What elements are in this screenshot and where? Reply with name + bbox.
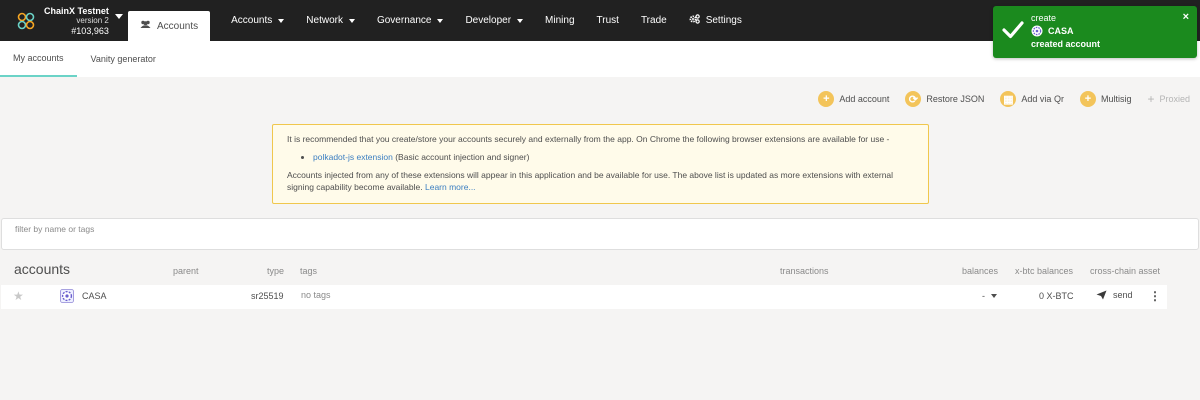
multisig-button[interactable]: + Multisig [1079, 91, 1132, 107]
button-label: Add account [839, 94, 890, 104]
extension-description: (Basic account injection and signer) [392, 152, 530, 162]
nav-menu-network[interactable]: Network [295, 0, 366, 41]
account-actions: + Add account ⟳ Restore JSON ▦ Add via Q… [802, 91, 1190, 107]
toast-action: create [1031, 13, 1057, 23]
notice-outro-text: Accounts injected from any of these exte… [287, 170, 894, 192]
nav-menu-label: Mining [545, 15, 575, 26]
polkadot-extension-link[interactable]: polkadot-js extension [313, 152, 393, 162]
nav-menu-label: Network [306, 15, 343, 26]
col-header-xbtc: x-btc balances [1015, 266, 1074, 276]
close-icon[interactable]: × [1183, 11, 1189, 23]
toast-account-name: CASA [1048, 26, 1074, 36]
caret-down-icon [348, 18, 355, 23]
chain-version: version 2 [76, 15, 109, 25]
col-header-crosschain: cross-chain asset [1090, 266, 1161, 276]
caret-down-icon [437, 18, 444, 23]
table-title: accounts [14, 261, 71, 277]
nav-tab-label: Accounts [157, 20, 199, 32]
caret-down-icon [278, 18, 285, 23]
nav-menu-label: Developer [465, 15, 512, 26]
extension-list-item: polkadot-js extension (Basic account inj… [313, 151, 914, 163]
nav-tab-accounts-active[interactable]: Accounts [128, 11, 211, 41]
qrcode-icon: ▦ [1000, 91, 1017, 107]
accounts-table-header: accounts parent type tags transactions b… [0, 259, 1200, 285]
nav-menu-accounts[interactable]: Accounts [220, 0, 295, 41]
more-options-icon[interactable]: ⋮ [1149, 289, 1161, 303]
checkmark-icon [1002, 21, 1024, 39]
learn-more-link[interactable]: Learn more... [425, 182, 476, 192]
nav-menu-developer[interactable]: Developer [454, 0, 534, 41]
account-name: CASA [82, 291, 107, 301]
add-via-qr-button[interactable]: ▦ Add via Qr [1000, 91, 1064, 107]
toast-message: created account [1031, 39, 1101, 49]
add-account-button[interactable]: + Add account [818, 91, 889, 107]
nav-link-trade[interactable]: Trade [630, 0, 678, 41]
restore-json-button[interactable]: ⟳ Restore JSON [905, 91, 984, 107]
col-header-balances: balances [962, 266, 999, 276]
tab-my-accounts[interactable]: My accounts [0, 41, 77, 77]
account-tags[interactable]: no tags [301, 290, 331, 300]
nav-menu-label: Settings [705, 15, 742, 26]
nav-menu-label: Governance [376, 15, 432, 26]
star-icon[interactable]: ★ [13, 289, 24, 303]
col-header-type: type [267, 266, 285, 276]
caret-down-icon [517, 18, 524, 23]
proxied-button[interactable]: + Proxied [1147, 92, 1190, 106]
button-label: Multisig [1100, 94, 1132, 104]
chain-selector[interactable]: ChainX Testnet version 2 #103,963 [0, 0, 128, 41]
plus-icon: + [1079, 91, 1096, 107]
sync-icon: ⟳ [905, 91, 922, 107]
plus-icon: + [818, 91, 835, 107]
toast-account: CASA [1031, 24, 1197, 38]
nav-link-settings[interactable]: Settings [678, 0, 753, 41]
button-label: Proxied [1159, 94, 1190, 104]
extension-notice: It is recommended that you create/store … [272, 124, 929, 204]
button-label: Restore JSON [926, 94, 985, 104]
nav-link-trust[interactable]: Trust [586, 0, 630, 41]
col-header-parent: parent [173, 266, 199, 276]
nav-link-mining[interactable]: Mining [534, 0, 585, 41]
col-header-tags: tags [300, 266, 318, 276]
col-header-transactions: transactions [780, 266, 829, 276]
table-row: ★ CASA sr25519 no tags - 0 X-BTC send ⋮ [1, 285, 1167, 309]
extension-list: polkadot-js extension (Basic account inj… [313, 151, 914, 163]
notice-intro: It is recommended that you create/store … [287, 134, 890, 144]
balance-value: - [982, 291, 985, 301]
nav-menu-label: Trust [596, 15, 619, 26]
chevron-down-icon [114, 14, 123, 19]
chain-name: ChainX Testnet [44, 5, 109, 16]
nav-menu-governance[interactable]: Governance [366, 0, 454, 41]
chain-info: ChainX Testnet version 2 #103,963 [44, 6, 109, 36]
gears-icon [689, 14, 700, 27]
balance-dropdown[interactable]: - [982, 291, 997, 301]
identicon-avatar[interactable] [60, 289, 74, 303]
plus-icon: + [1147, 92, 1155, 106]
nav-menu-label: Accounts [231, 15, 273, 26]
notice-outro: Accounts injected from any of these exte… [287, 169, 914, 193]
chain-block-number: #103,963 [71, 25, 109, 36]
tab-vanity-generator[interactable]: Vanity generator [77, 41, 169, 77]
xbtc-balance: 0 X-BTC [1039, 291, 1074, 301]
button-label: Add via Qr [1021, 94, 1064, 104]
button-label: send [1113, 290, 1133, 300]
filter-input[interactable] [15, 224, 1185, 234]
paper-plane-icon [1096, 290, 1107, 300]
status-toast: create CASA created account × [993, 6, 1197, 58]
account-type: sr25519 [251, 291, 284, 301]
send-button[interactable]: send [1096, 290, 1133, 300]
chainx-logo-icon [17, 12, 35, 29]
identicon-avatar [1031, 25, 1043, 37]
caret-down-icon [991, 294, 997, 298]
filter-box [1, 218, 1199, 250]
nav-menu-label: Trade [640, 15, 667, 26]
users-icon [140, 20, 151, 32]
